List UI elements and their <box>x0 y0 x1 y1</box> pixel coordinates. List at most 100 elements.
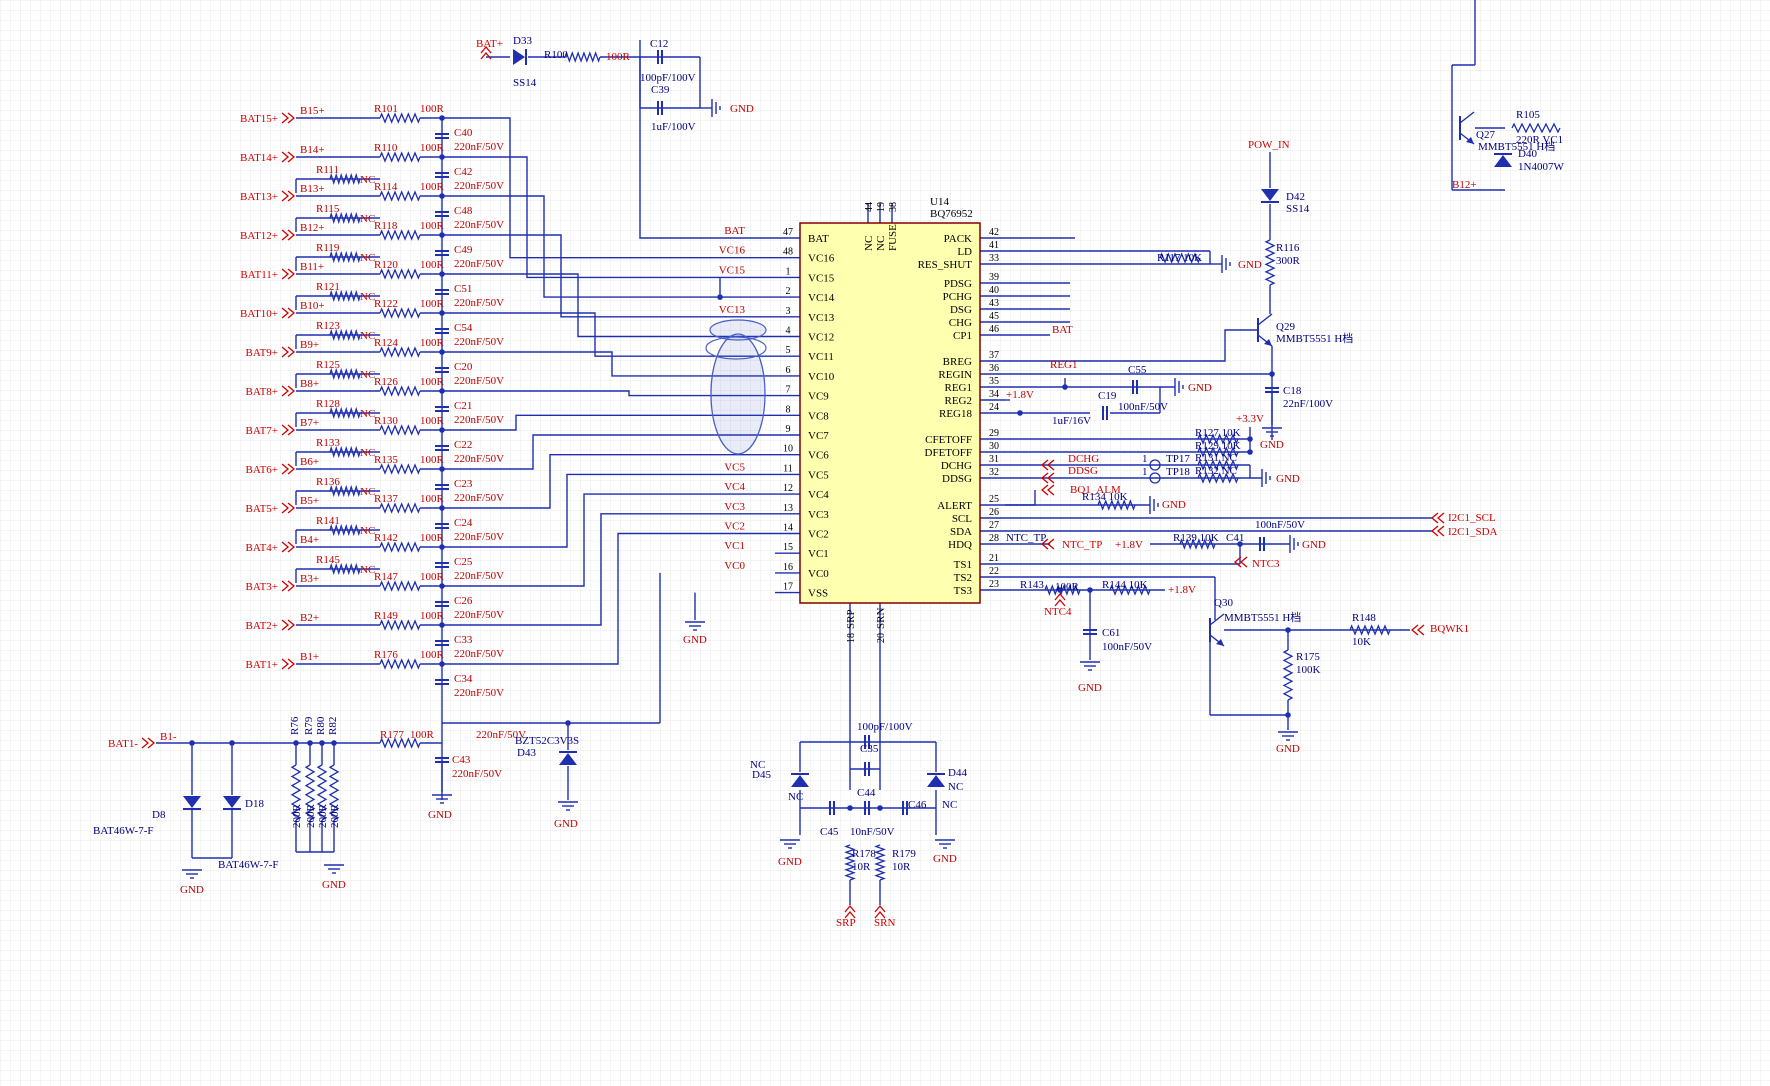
pin-name: VC10 <box>808 371 835 383</box>
pin-number: 12 <box>783 483 793 494</box>
left-net-label: VC15 <box>719 264 746 276</box>
pin-number: 20 <box>876 633 887 643</box>
nc-label: NC <box>360 408 375 420</box>
battery-net: B7+ <box>300 417 319 429</box>
capacitor-value: 220nF/50V <box>454 687 504 699</box>
left-net-label: VC0 <box>724 560 745 572</box>
q29-part: MMBT5551 H档 <box>1276 331 1353 345</box>
pin-number: 14 <box>783 523 793 534</box>
r144-ref: R144 10K <box>1102 579 1148 591</box>
nc-label: NC <box>948 781 963 793</box>
pin-number: 44 <box>864 202 875 212</box>
battery-port: BAT12+ <box>240 230 278 242</box>
pin-number: 36 <box>989 363 999 374</box>
pin-number: 29 <box>989 428 999 439</box>
left-net-label: VC1 <box>724 540 745 552</box>
pin-number: 42 <box>989 227 999 238</box>
battery-port: BAT8+ <box>246 386 278 398</box>
battery-port: BAT15+ <box>240 113 278 125</box>
r178-value: 10R <box>852 861 871 873</box>
c12-value: 100pF/100V <box>640 72 696 84</box>
c43-ref: C43 <box>452 754 471 766</box>
pin-name: REGIN <box>938 369 972 381</box>
dchg-port: DCHG <box>1068 453 1099 465</box>
battery-port: BAT14+ <box>240 152 278 164</box>
pin-name: DFETOFF <box>925 447 972 459</box>
nc-label: NC <box>942 799 957 811</box>
b12-net: B12+ <box>1452 179 1477 191</box>
v18-label: +1.8V <box>1168 584 1196 596</box>
left-net-label: BAT <box>724 225 745 237</box>
pin-name: VC4 <box>808 489 829 501</box>
c39-ref: C39 <box>651 84 670 96</box>
pin-name: LD <box>957 246 972 258</box>
resistor-ref: R120 <box>374 259 398 271</box>
pin-name: SRP <box>845 609 857 629</box>
c12-ref: C12 <box>650 38 668 50</box>
pin-number: 24 <box>989 402 999 413</box>
nc-label: NC <box>360 252 375 264</box>
left-net-label: VC5 <box>724 461 745 473</box>
capacitor-value: 220nF/50V <box>454 297 504 309</box>
d40-part: 1N4007W <box>1518 161 1564 173</box>
pin-name: VC16 <box>808 253 835 265</box>
gnd-label: GND <box>778 856 802 868</box>
capacitor-value: 220nF/50V <box>454 609 504 621</box>
resistor-value: 100R <box>420 142 445 154</box>
d44-ref: D44 <box>948 767 967 779</box>
pin-number: 3 <box>786 306 791 317</box>
gnd-label: GND <box>1276 743 1300 755</box>
capacitor-ref: C49 <box>454 244 473 256</box>
r117-ref: R117 10K <box>1157 252 1202 264</box>
pow-in-port: POW_IN <box>1248 139 1290 151</box>
capacitor-value: 220nF/50V <box>454 570 504 582</box>
c44-ref: C44 <box>857 787 876 799</box>
capacitor-ref: C40 <box>454 127 473 139</box>
capacitor-value: 220nF/50V <box>454 258 504 270</box>
c39-value: 1uF/100V <box>651 121 696 133</box>
v18-label: +1.8V <box>1115 539 1143 551</box>
capacitor-value: 220nF/50V <box>454 414 504 426</box>
pin-number: 30 <box>989 441 999 452</box>
pin-number: 33 <box>989 253 999 264</box>
pin-name: REG2 <box>945 395 973 407</box>
pin-number: 13 <box>783 503 793 514</box>
pin-number: 37 <box>989 350 999 361</box>
c19-ref: C19 <box>1098 390 1117 402</box>
pin-name: DCHG <box>941 460 972 472</box>
d40-ref: D40 <box>1518 148 1537 160</box>
capacitor-ref: C33 <box>454 634 473 646</box>
r127-ref: R127 10K <box>1195 427 1241 439</box>
r105-ref: R105 <box>1516 109 1540 121</box>
tp18-ref: TP18 <box>1166 466 1190 478</box>
resistor-value: 100R <box>420 571 445 583</box>
battery-net: B8+ <box>300 378 319 390</box>
capacitor-ref: C25 <box>454 556 473 568</box>
b1-minus-net: B1- <box>160 731 177 743</box>
battery-port: BAT13+ <box>240 191 278 203</box>
pin-number: 1 <box>786 266 791 277</box>
ntc-tp-net: NTC_TP <box>1006 532 1046 544</box>
pin-number: 32 <box>989 467 999 478</box>
pin-number: 16 <box>783 562 793 573</box>
capacitor-ref: C20 <box>454 361 473 373</box>
pin-name: DSG <box>950 304 972 316</box>
battery-net: B14+ <box>300 144 325 156</box>
r177-value: 100R <box>410 729 435 741</box>
battery-port: BAT11+ <box>240 269 278 281</box>
pin-number: 4 <box>786 326 791 337</box>
resistor-ref: R122 <box>374 298 398 310</box>
i2c-sda-port: I2C1_SDA <box>1448 526 1498 538</box>
battery-port: BAT10+ <box>240 308 278 320</box>
capacitor-ref: C22 <box>454 439 472 451</box>
c44-value: 10nF/50V <box>850 826 895 838</box>
pin-name: VC1 <box>808 548 829 560</box>
nc-label: NC <box>360 330 375 342</box>
gnd-label: GND <box>1188 382 1212 394</box>
balance-resistor-ref: R128 <box>316 398 340 410</box>
pin-number: 43 <box>989 298 999 309</box>
capacitor-value: 220nF/50V <box>454 336 504 348</box>
nc-label: NC <box>360 213 375 225</box>
pin-number: 47 <box>783 227 793 238</box>
battery-port: BAT1+ <box>246 659 278 671</box>
